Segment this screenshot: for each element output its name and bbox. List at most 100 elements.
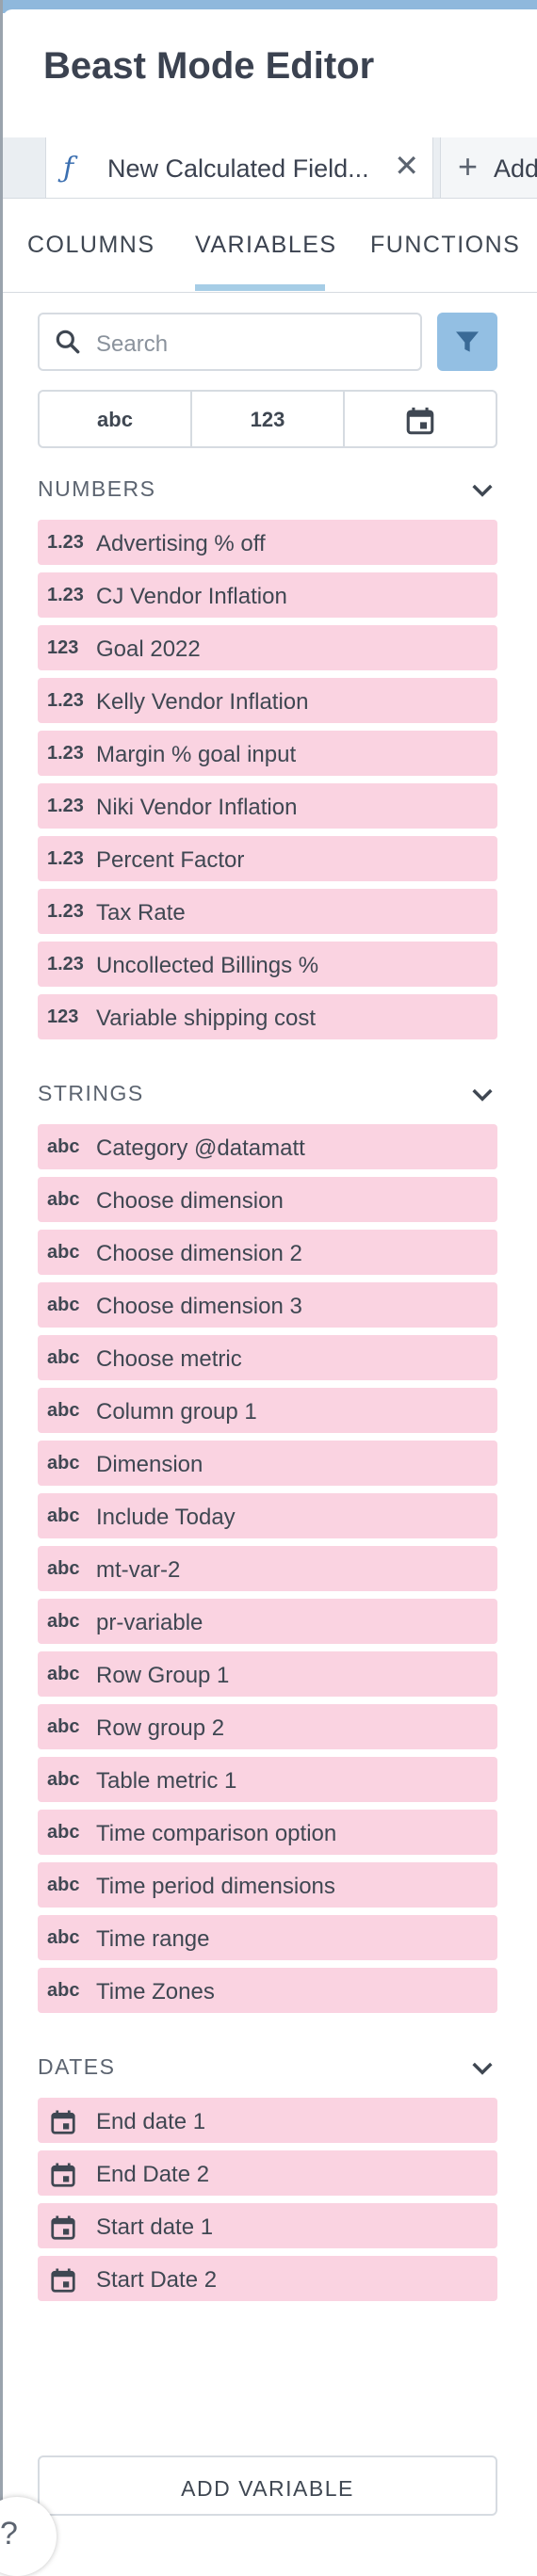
- variable-item[interactable]: abc Choose dimension 2: [38, 1230, 497, 1275]
- variable-name: Table metric 1: [96, 1768, 237, 1794]
- variable-name: Margin % goal input: [96, 742, 297, 767]
- dates-section: DATES End date 1 End Date 2 Start date 1 St…: [38, 2051, 497, 2309]
- variable-item[interactable]: abc Choose metric: [38, 1335, 497, 1380]
- variable-name: Time comparison option: [96, 1821, 337, 1846]
- calendar-icon: [406, 407, 434, 435]
- variable-item[interactable]: 1.23 Uncollected Billings %: [38, 942, 497, 987]
- strings-list: abc Category @datamatt abc Choose dimension…: [38, 1124, 497, 2013]
- filter-number-type[interactable]: 123: [192, 392, 345, 446]
- variable-item[interactable]: 1.23 Niki Vendor Inflation: [38, 783, 497, 829]
- number-type-icon: 1.23: [47, 585, 84, 605]
- number-type-icon: 1.23: [47, 796, 84, 816]
- string-type-icon: abc: [47, 1295, 80, 1315]
- variable-item[interactable]: End date 1: [38, 2098, 497, 2143]
- variable-item[interactable]: 1.23 Margin % goal input: [38, 731, 497, 776]
- variable-item[interactable]: abc Time range: [38, 1915, 497, 1960]
- calendar-icon: [51, 2163, 75, 2187]
- number-type-icon: 1.23: [47, 532, 84, 553]
- variable-item[interactable]: abc Choose dimension: [38, 1177, 497, 1222]
- string-type-icon: abc: [47, 1505, 80, 1526]
- close-icon[interactable]: ✕: [394, 151, 419, 181]
- variable-item[interactable]: 1.23 Tax Rate: [38, 889, 497, 934]
- strings-section: STRINGS abc Category @datamatt abc Choose d…: [38, 1077, 497, 2021]
- variable-type-filter: abc 123: [38, 390, 497, 448]
- number-type-icon: 1.23: [47, 743, 84, 764]
- numbers-list: 1.23 Advertising % off 1.23 CJ Vendor Infla…: [38, 520, 497, 1039]
- filter-icon: [456, 331, 479, 352]
- variable-item[interactable]: abc mt-var-2: [38, 1546, 497, 1591]
- chevron-down-icon[interactable]: [467, 2053, 497, 2083]
- variable-item[interactable]: abc Time comparison option: [38, 1810, 497, 1855]
- variable-item[interactable]: 123 Variable shipping cost: [38, 994, 497, 1039]
- variable-name: CJ Vendor Inflation: [96, 584, 287, 609]
- variable-name: Choose dimension 3: [96, 1294, 302, 1319]
- add-variable-button[interactable]: ADD VARIABLE: [38, 2455, 497, 2516]
- string-type-icon: abc: [47, 1927, 80, 1948]
- variable-item[interactable]: Start date 1: [38, 2203, 497, 2248]
- tab-functions[interactable]: FUNCTIONS: [370, 232, 520, 259]
- variable-item[interactable]: abc Include Today: [38, 1493, 497, 1538]
- variable-name: End Date 2: [96, 2162, 210, 2187]
- filter-button[interactable]: [437, 313, 497, 371]
- dates-section-header[interactable]: DATES: [38, 2051, 497, 2088]
- section-title: DATES: [38, 2054, 116, 2079]
- variable-item[interactable]: abc Table metric 1: [38, 1757, 497, 1802]
- variable-item[interactable]: 1.23 Percent Factor: [38, 836, 497, 881]
- variable-item[interactable]: abc Row group 2: [38, 1704, 497, 1749]
- numbers-section-header[interactable]: NUMBERS: [38, 473, 497, 510]
- variable-item[interactable]: 1.23 Kelly Vendor Inflation: [38, 678, 497, 723]
- string-type-icon: abc: [47, 1400, 80, 1421]
- variable-item[interactable]: 1.23 Advertising % off: [38, 520, 497, 565]
- variable-name: pr-variable: [96, 1610, 203, 1635]
- variable-name: Row group 2: [96, 1715, 225, 1741]
- section-title: NUMBERS: [38, 476, 156, 501]
- variable-name: Column group 1: [96, 1399, 257, 1425]
- tab-columns[interactable]: COLUMNS: [27, 232, 155, 259]
- variable-name: Choose dimension: [96, 1188, 284, 1214]
- strings-section-header[interactable]: STRINGS: [38, 1077, 497, 1115]
- variable-item[interactable]: 123 Goal 2022: [38, 625, 497, 670]
- calendar-icon: [51, 2110, 75, 2134]
- chevron-down-icon[interactable]: [467, 1079, 497, 1109]
- variable-name: Time Zones: [96, 1979, 215, 2004]
- variable-item[interactable]: abc Row Group 1: [38, 1651, 497, 1697]
- string-type-icon: abc: [47, 1716, 80, 1737]
- string-type-icon: abc: [47, 1347, 80, 1368]
- string-type-icon: abc: [47, 1453, 80, 1473]
- tab-new-calculated-field[interactable]: ƒ New Calculated Field... ✕: [45, 137, 433, 198]
- variable-item[interactable]: abc Category @datamatt: [38, 1124, 497, 1169]
- search-placeholder: Search: [96, 331, 169, 357]
- search-input[interactable]: Search: [38, 313, 422, 371]
- variable-name: Include Today: [96, 1505, 236, 1530]
- chevron-down-icon[interactable]: [467, 475, 497, 505]
- tab-variables[interactable]: VARIABLES: [195, 232, 337, 259]
- variable-item[interactable]: 1.23 CJ Vendor Inflation: [38, 572, 497, 618]
- variable-item[interactable]: abc Time period dimensions: [38, 1862, 497, 1908]
- variable-item[interactable]: Start Date 2: [38, 2256, 497, 2301]
- variable-name: Choose metric: [96, 1346, 242, 1372]
- variable-name: Kelly Vendor Inflation: [96, 689, 309, 715]
- number-type-icon: 1.23: [47, 901, 84, 922]
- string-type-icon: abc: [47, 1822, 80, 1843]
- plus-icon: +: [458, 147, 479, 185]
- number-type-icon: 123: [47, 637, 79, 658]
- variable-item[interactable]: abc pr-variable: [38, 1599, 497, 1644]
- string-type-icon: abc: [47, 1769, 80, 1790]
- variable-item[interactable]: abc Column group 1: [38, 1388, 497, 1433]
- filter-date-type[interactable]: [345, 392, 496, 446]
- variable-name: Tax Rate: [96, 900, 186, 926]
- variable-name: Goal 2022: [96, 636, 201, 662]
- editor-tab-bar: ƒ New Calculated Field... ✕ + Add: [3, 137, 537, 199]
- variable-item[interactable]: abc Dimension: [38, 1441, 497, 1486]
- variable-item[interactable]: abc Choose dimension 3: [38, 1282, 497, 1328]
- variable-name: Start date 1: [96, 2214, 214, 2240]
- dates-list: End date 1 End Date 2 Start date 1 Start Da…: [38, 2098, 497, 2301]
- search-icon: [53, 327, 83, 362]
- function-icon: ƒ: [63, 152, 74, 185]
- number-type-icon: 1.23: [47, 848, 84, 869]
- variable-name: Uncollected Billings %: [96, 953, 319, 978]
- add-tab-button[interactable]: + Add: [440, 137, 537, 198]
- variable-item[interactable]: abc Time Zones: [38, 1968, 497, 2013]
- variable-item[interactable]: End Date 2: [38, 2150, 497, 2196]
- filter-string-type[interactable]: abc: [40, 392, 192, 446]
